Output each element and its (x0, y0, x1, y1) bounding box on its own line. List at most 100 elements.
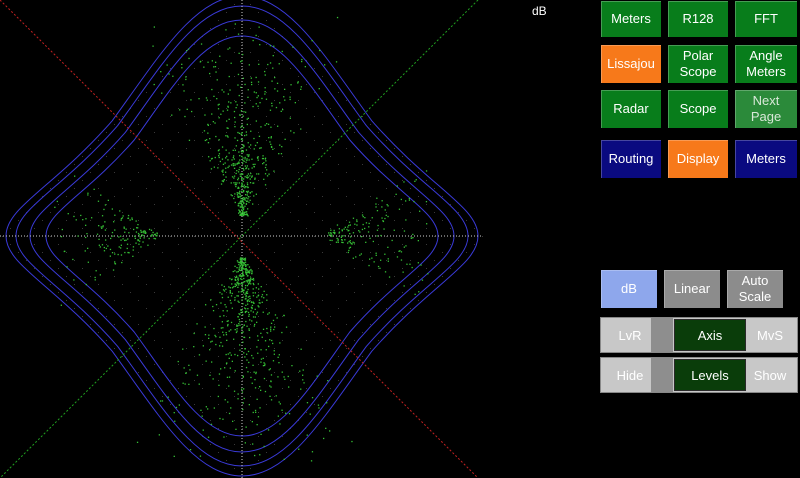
grid-dot (66, 220, 67, 221)
trace-point (396, 256, 399, 258)
trace-point (126, 247, 128, 250)
trace-point (381, 200, 383, 202)
display-button[interactable]: Display (667, 139, 729, 179)
trace-point (234, 285, 236, 288)
grid-dot (290, 332, 291, 333)
trace-point (239, 155, 241, 157)
trace-point (300, 348, 302, 350)
trace-point (245, 269, 247, 271)
trace-point (245, 265, 247, 267)
angle-meters-button[interactable]: Angle Meters (734, 44, 798, 84)
grid-dot (282, 412, 283, 413)
auto-scale-button[interactable]: Auto Scale (726, 269, 784, 309)
grid-dot (234, 76, 235, 77)
trace-point (147, 244, 149, 246)
linear-button[interactable]: Linear (663, 269, 721, 309)
grid-dot (106, 244, 107, 245)
lissajou-button[interactable]: Lissajou (600, 44, 662, 84)
trace-point (251, 304, 254, 307)
trace-point (238, 282, 240, 285)
trace-point (259, 407, 261, 409)
trace-point (234, 201, 236, 204)
trace-point (125, 239, 127, 241)
trace-point (246, 281, 249, 283)
trace-point (241, 388, 243, 390)
trace-point (293, 132, 295, 134)
trace-point (356, 224, 358, 226)
grid-dot (458, 260, 459, 261)
trace-point (323, 437, 325, 440)
polar-scope-button[interactable]: Polar Scope (667, 44, 729, 84)
grid-dot (306, 244, 307, 245)
trace-point (380, 259, 382, 261)
trace-point (242, 167, 244, 170)
grid-dot (250, 348, 251, 349)
trace-point (214, 122, 216, 124)
trace-point (266, 299, 268, 301)
fft-button[interactable]: FFT (734, 0, 798, 38)
grid-dot (250, 420, 251, 421)
grid-dot (82, 180, 83, 181)
trace-point (274, 326, 276, 328)
axis-toggle-active[interactable]: Axis (674, 319, 746, 351)
next-page-button[interactable]: Next Page (734, 89, 798, 129)
trace-point (214, 334, 216, 337)
grid-dot (90, 252, 91, 253)
trace-point (279, 144, 281, 146)
trace-point (359, 254, 361, 256)
trace-point (225, 306, 227, 308)
grid-dot (58, 292, 59, 293)
meters-settings-button[interactable]: Meters (734, 139, 798, 179)
trace-point (249, 295, 251, 297)
trace-point (141, 234, 143, 236)
trace-point (276, 90, 279, 92)
grid-dot (82, 228, 83, 229)
trace-point (193, 346, 195, 348)
trace-point (254, 454, 256, 457)
trace-point (111, 231, 114, 234)
trace-point (235, 185, 237, 188)
grid-dot (146, 260, 147, 261)
scope-button[interactable]: Scope (667, 89, 729, 129)
routing-button[interactable]: Routing (600, 139, 662, 179)
r128-button[interactable]: R128 (667, 0, 729, 38)
grid-dot (202, 388, 203, 389)
db-button[interactable]: dB (600, 269, 658, 309)
grid-dot (194, 68, 195, 69)
levels-toggle-knob[interactable] (651, 358, 673, 392)
grid-dot (434, 188, 435, 189)
trace-point (245, 426, 247, 428)
trace-point (104, 229, 107, 231)
trace-point (77, 235, 79, 237)
trace-point (160, 71, 162, 73)
trace-point (255, 371, 257, 373)
axis-toggle-knob[interactable] (651, 318, 673, 352)
radar-button[interactable]: Radar (600, 89, 662, 129)
grid-dot (258, 412, 259, 413)
grid-dot (338, 164, 339, 165)
trace-point (252, 203, 254, 205)
grid-dot (106, 204, 107, 205)
grid-dot (242, 68, 243, 69)
trace-point (344, 226, 346, 228)
trace-point (360, 253, 362, 255)
trace-point (269, 339, 271, 341)
trace-point (254, 316, 256, 318)
trace-point (280, 153, 283, 155)
grid-dot (386, 212, 387, 213)
trace-point (283, 458, 285, 460)
trace-point (204, 334, 207, 336)
axis-toggle[interactable]: LvR Axis MvS (600, 317, 798, 353)
levels-toggle-active[interactable]: Levels (674, 359, 746, 391)
trace-point (239, 344, 241, 346)
trace-point (186, 108, 188, 110)
trace-point (263, 178, 265, 180)
trace-point (412, 233, 414, 236)
grid-dot (354, 268, 355, 269)
grid-dot (322, 396, 323, 397)
levels-toggle[interactable]: Hide Levels Show (600, 357, 798, 393)
trace-point (263, 162, 265, 164)
trace-point (248, 64, 250, 66)
meters-button[interactable]: Meters (600, 0, 662, 38)
grid-dot (138, 220, 139, 221)
